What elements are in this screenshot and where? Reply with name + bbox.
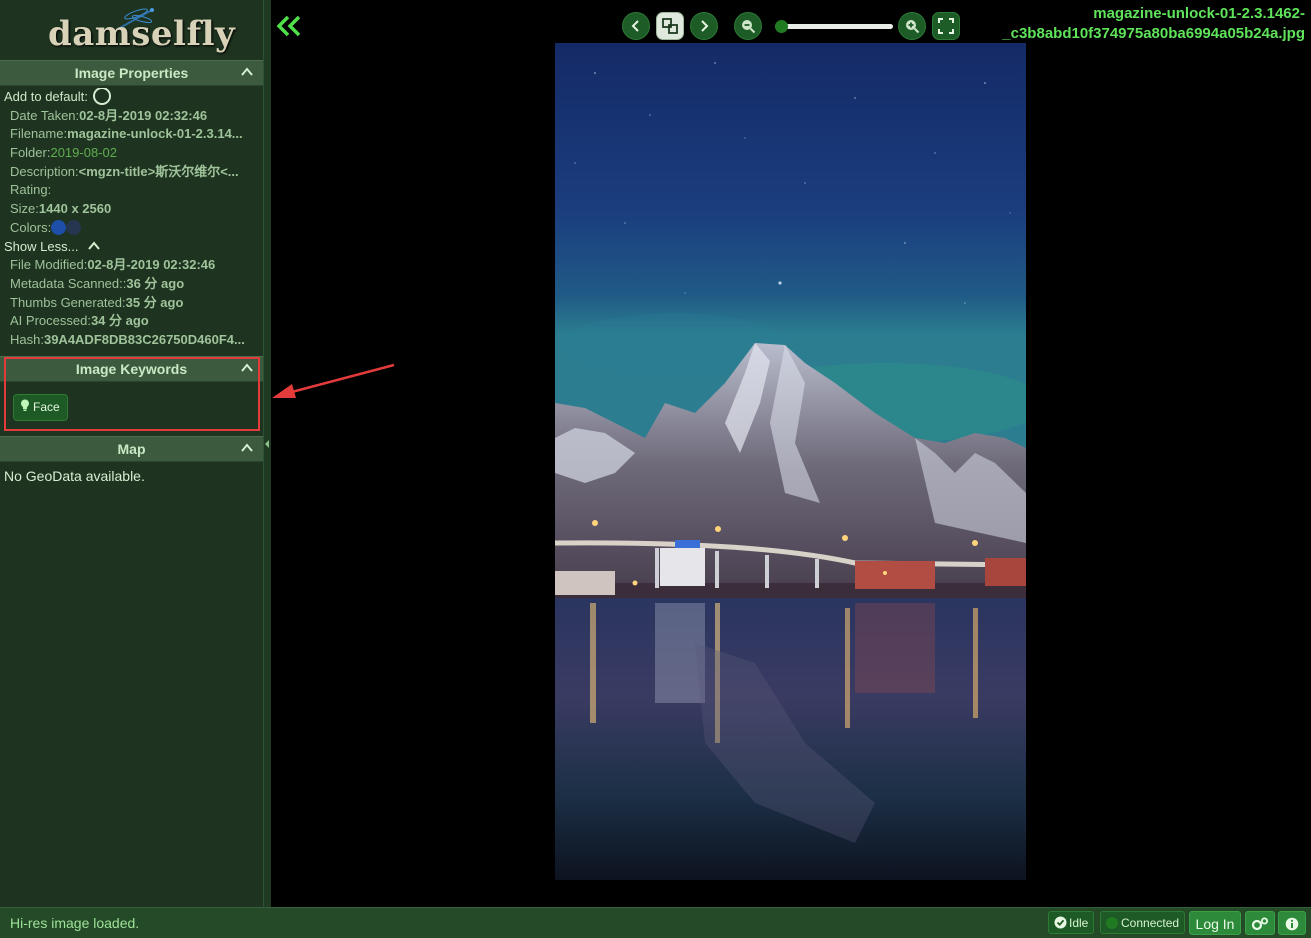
property-label: Filename:	[10, 126, 68, 142]
property-label: Folder:	[10, 145, 51, 161]
property-row: File Modified:02-8月-2019 02:32:46	[0, 256, 263, 275]
status-bar: Hi-res image loaded. Idle Connected Log …	[0, 907, 1311, 938]
property-label: Thumbs Generated:	[10, 294, 126, 310]
connected-status-badge: Connected	[1100, 911, 1186, 934]
zoom-in-icon	[906, 20, 920, 34]
zoom-slider[interactable]	[775, 20, 893, 33]
zoom-out-button[interactable]	[734, 12, 762, 40]
add-to-default-row: Add to default:	[0, 88, 263, 107]
map-empty-text: No GeoData available.	[4, 467, 145, 484]
gears-icon	[1251, 917, 1268, 930]
show-less-toggle[interactable]: Show Less...	[0, 238, 263, 257]
chevron-up-icon[interactable]	[241, 363, 253, 373]
color-swatch	[66, 219, 82, 235]
map-panel: Map No GeoData available.	[0, 435, 263, 490]
panel-title: Map	[117, 440, 146, 457]
property-value: 1440 x 2560	[38, 201, 112, 217]
chevron-up-icon[interactable]	[241, 443, 253, 453]
property-value: 34 分 ago	[90, 313, 149, 329]
idle-label: Idle	[1069, 916, 1089, 930]
property-label: Rating:	[10, 182, 52, 198]
filename-line-1: magazine-unlock-01-2.3.1462-	[1093, 5, 1305, 22]
keyword-label: Face	[33, 399, 60, 414]
zoom-out-icon	[742, 20, 756, 34]
previous-button[interactable]	[622, 12, 650, 40]
info-button[interactable]	[1278, 911, 1306, 935]
property-row: Filename:magazine-unlock-01-2.3.14...	[0, 125, 263, 144]
add-to-default-toggle[interactable]	[92, 88, 111, 106]
zoom-slider-handle[interactable]	[775, 20, 788, 33]
settings-button[interactable]	[1245, 911, 1275, 935]
property-label: Metadata Scanned::	[10, 275, 127, 291]
property-row: Colors:	[0, 219, 263, 238]
property-row: Size:1440 x 2560	[0, 200, 263, 219]
zoom-in-button[interactable]	[898, 12, 926, 40]
logo: damselfly	[0, 0, 263, 60]
main-image[interactable]	[555, 43, 1026, 880]
splitter-grip-icon[interactable]	[265, 440, 269, 448]
connection-dot-icon	[1106, 916, 1118, 929]
add-to-default-label: Add to default:	[4, 89, 88, 104]
fullscreen-icon	[938, 18, 954, 34]
image-properties-panel: Image Properties Add to default: Date Ta…	[0, 60, 263, 350]
property-value: 35 分 ago	[125, 294, 184, 310]
next-button[interactable]	[690, 12, 718, 40]
sidebar: damselfly Image Properties Add to defaul…	[0, 0, 264, 907]
landscape-photo	[555, 43, 1026, 880]
image-filename-title: magazine-unlock-01-2.3.1462- _c3b8abd10f…	[975, 4, 1305, 44]
check-circle-icon	[1054, 916, 1067, 929]
chevron-left-icon	[631, 20, 639, 32]
property-row: Thumbs Generated:35 分 ago	[0, 294, 263, 313]
map-header[interactable]: Map	[0, 435, 263, 462]
color-swatch	[51, 219, 67, 235]
property-row: Description:<mgzn-title>斯沃尔维尔<...	[0, 163, 263, 182]
property-row: Folder:2019-08-02	[0, 144, 263, 163]
property-value: 39A4ADF8DB83C26750D460F4...	[43, 331, 245, 347]
property-row: AI Processed:34 分 ago	[0, 312, 263, 331]
property-label: Date Taken:	[10, 107, 80, 123]
property-label: Colors:	[10, 219, 52, 235]
property-label: File Modified:	[10, 257, 88, 273]
property-row: Hash:39A4ADF8DB83C26750D460F4...	[0, 331, 263, 350]
lightbulb-icon	[21, 399, 29, 412]
panel-title: Image Properties	[74, 65, 189, 81]
keyword-chip[interactable]: Face	[13, 393, 68, 421]
property-row: Date Taken:02-8月-2019 02:32:46	[0, 107, 263, 126]
property-value: magazine-unlock-01-2.3.14...	[67, 126, 243, 142]
panel-title: Image Keywords	[75, 360, 188, 377]
chevron-up-icon	[88, 241, 100, 250]
image-keywords-panel: Image Keywords Face	[0, 355, 263, 434]
property-value: <mgzn-title>斯沃尔维尔<...	[78, 163, 239, 179]
info-icon	[1285, 917, 1299, 931]
property-label: AI Processed:	[10, 313, 91, 329]
connected-label: Connected	[1121, 916, 1180, 930]
viewer-toolbar	[622, 12, 962, 42]
sidebar-splitter[interactable]	[263, 0, 271, 907]
login-button[interactable]: Log In	[1189, 911, 1241, 935]
property-row: Rating:	[0, 181, 263, 200]
property-row: Metadata Scanned::36 分 ago	[0, 275, 263, 294]
logo-text: damselfly	[48, 14, 236, 54]
property-value: 02-8月-2019 02:32:46	[79, 107, 208, 123]
status-message: Hi-res image loaded.	[10, 915, 140, 931]
annotation-arrow	[272, 363, 395, 398]
property-value: 02-8月-2019 02:32:46	[87, 257, 216, 273]
idle-status-badge: Idle	[1048, 911, 1095, 934]
fullscreen-button[interactable]	[932, 12, 960, 40]
property-label: Size:	[10, 201, 39, 217]
chevron-right-icon	[701, 20, 709, 32]
image-keywords-header[interactable]: Image Keywords	[0, 355, 263, 382]
filename-line-2: _c3b8abd10f374975a80ba6994a05b24a.jpg	[1002, 25, 1305, 42]
chevron-up-icon[interactable]	[241, 67, 253, 77]
compare-icon	[662, 18, 678, 34]
image-properties-header[interactable]: Image Properties	[0, 60, 263, 86]
property-value[interactable]: 2019-08-02	[50, 145, 117, 160]
property-label: Description:	[10, 163, 79, 179]
double-chevron-left-icon[interactable]	[276, 14, 302, 38]
compare-button[interactable]	[656, 12, 684, 40]
show-less-label: Show Less...	[4, 238, 79, 254]
property-label: Hash:	[10, 331, 44, 347]
property-value: 36 分 ago	[126, 275, 185, 291]
